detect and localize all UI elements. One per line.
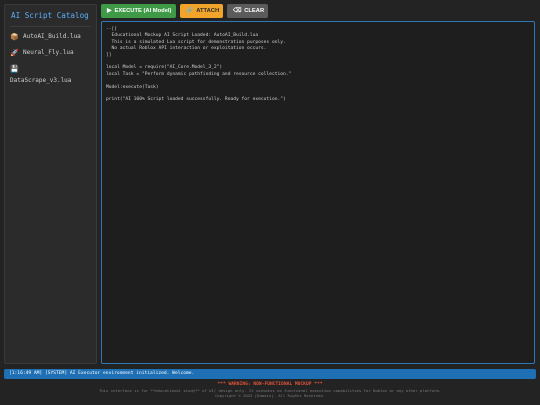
package-icon: 📦 (10, 33, 19, 41)
script-item-autoai-build[interactable]: 📦 AutoAI_Build.lua (10, 33, 91, 41)
floppy-disk-icon: 💾 (10, 65, 19, 73)
script-item-label: Neural_Fly.lua (23, 49, 74, 56)
execute-button[interactable]: ▶ EXECUTE (AI Model) (101, 4, 176, 18)
script-list: 📦 AutoAI_Build.lua 🚀 Neural_Fly.lua 💾 Da… (10, 33, 91, 85)
clear-button-label: CLEAR (244, 8, 265, 14)
clear-button[interactable]: ⌫ CLEAR (227, 4, 268, 18)
script-item-neural-fly[interactable]: 🚀 Neural_Fly.lua (10, 49, 91, 57)
script-catalog-sidebar: AI Script Catalog 📦 AutoAI_Build.lua 🚀 N… (4, 4, 97, 364)
script-item-label: AutoAI_Build.lua (23, 33, 81, 40)
play-icon: ▶ (107, 8, 112, 14)
code-text[interactable]: --[[ Educational Mockup AI Script Loaded… (106, 27, 530, 104)
backspace-icon: ⌫ (233, 8, 242, 14)
script-editor[interactable]: --[[ Educational Mockup AI Script Loaded… (101, 21, 535, 364)
script-item-label: DataScrape_v3.lua (10, 77, 72, 84)
link-icon: 🔗 (186, 8, 194, 14)
rocket-icon: 🚀 (10, 49, 19, 57)
attach-button[interactable]: 🔗 ATTACH (180, 4, 223, 18)
sidebar-title: AI Script Catalog (10, 9, 91, 27)
toolbar: ▶ EXECUTE (AI Model) 🔗 ATTACH ⌫ CLEAR (101, 4, 268, 18)
console-output: [1:16:49 AM] [SYSTEM] AI Executor enviro… (4, 369, 536, 379)
attach-button-label: ATTACH (196, 8, 220, 14)
footer: *** WARNING: NON-FUNCTIONAL MOCKUP *** T… (0, 382, 540, 398)
copyright-text: Copyright © 2025 [Domain]. All Rights Re… (214, 393, 326, 398)
script-item-datascrape[interactable]: 💾 DataScrape_v3.lua (10, 65, 91, 85)
execute-button-label: EXECUTE (AI Model) (114, 8, 172, 14)
